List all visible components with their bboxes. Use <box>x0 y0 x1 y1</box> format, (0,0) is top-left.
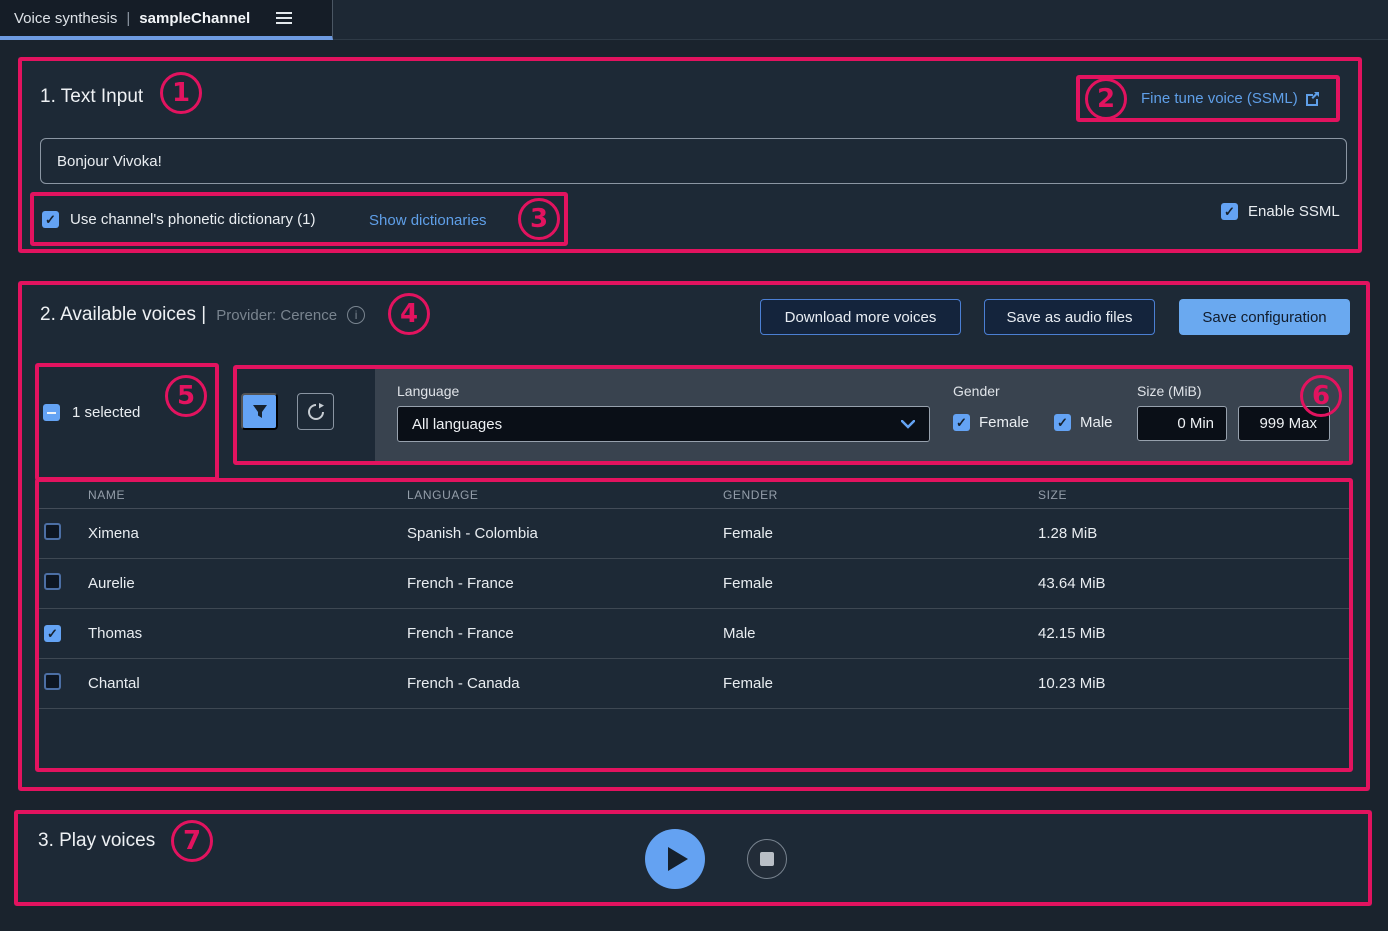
voices-table-header: NAME LANGUAGE GENDER SIZE <box>39 482 1349 509</box>
filter-funnel-icon <box>252 404 268 420</box>
male-label: Male <box>1080 414 1113 431</box>
info-icon[interactable]: i <box>347 306 365 324</box>
male-checkbox[interactable]: ✓ <box>1054 414 1071 431</box>
channel-name: sampleChannel <box>139 10 250 27</box>
download-more-voices-button[interactable]: Download more voices <box>760 299 961 335</box>
size-max-input[interactable]: 999 Max <box>1238 406 1330 441</box>
selection-status: 1 selected <box>72 404 140 421</box>
play-button[interactable] <box>645 829 705 889</box>
female-checkbox[interactable]: ✓ <box>953 414 970 431</box>
column-header-size[interactable]: SIZE <box>1038 488 1349 502</box>
voice-size: 1.28 MiB <box>1038 525 1349 542</box>
save-as-audio-files-button[interactable]: Save as audio files <box>984 299 1155 335</box>
voices-table: NAME LANGUAGE GENDER SIZE Ximena Spanish… <box>39 482 1349 709</box>
table-row-thomas[interactable]: ✓ Thomas French - France Male 42.15 MiB <box>39 609 1349 659</box>
voice-name: Aurelie <box>88 575 407 592</box>
table-row-chantal[interactable]: Chantal French - Canada Female 10.23 MiB <box>39 659 1349 709</box>
voice-size: 43.64 MiB <box>1038 575 1349 592</box>
show-dictionaries-link[interactable]: Show dictionaries <box>369 212 487 229</box>
app-title: Voice synthesis <box>14 10 117 27</box>
channel-tab[interactable]: Voice synthesis | sampleChannel <box>0 0 333 40</box>
column-header-gender[interactable]: GENDER <box>723 488 1038 502</box>
voice-name: Chantal <box>88 675 407 692</box>
fine-tune-link-label: Fine tune voice (SSML) <box>1141 90 1298 107</box>
title-separator: | <box>126 10 130 27</box>
row-checkbox[interactable]: ✓ <box>44 625 61 642</box>
voice-language: Spanish - Colombia <box>407 525 723 542</box>
stop-button[interactable] <box>747 839 787 879</box>
table-row-ximena[interactable]: Ximena Spanish - Colombia Female 1.28 Mi… <box>39 509 1349 559</box>
filter-button[interactable] <box>241 393 278 430</box>
column-header-name[interactable]: NAME <box>88 488 407 502</box>
provider-label: Provider: Cerence <box>216 307 337 324</box>
top-bar-spacer <box>333 0 1388 40</box>
section3-title: 3. Play voices <box>38 830 155 852</box>
section2-title: 2. Available voices | <box>40 304 206 326</box>
select-all-checkbox[interactable] <box>43 404 60 421</box>
chevron-down-icon <box>901 420 915 429</box>
voice-gender: Female <box>723 575 1038 592</box>
voice-gender: Female <box>723 675 1038 692</box>
phonetic-dictionary-label: Use channel's phonetic dictionary (1) <box>70 211 316 228</box>
voice-gender: Male <box>723 625 1038 642</box>
phonetic-dictionary-checkbox[interactable]: ✓ <box>42 211 59 228</box>
hamburger-menu-icon[interactable] <box>276 12 292 24</box>
enable-ssml-checkbox[interactable]: ✓ <box>1221 203 1238 220</box>
voice-language: French - France <box>407 625 723 642</box>
refresh-button[interactable] <box>297 393 334 430</box>
play-icon <box>668 847 688 871</box>
save-configuration-button[interactable]: Save configuration <box>1179 299 1350 335</box>
voice-gender: Female <box>723 525 1038 542</box>
voice-size: 42.15 MiB <box>1038 625 1349 642</box>
voice-language: French - Canada <box>407 675 723 692</box>
refresh-icon <box>307 403 325 421</box>
row-checkbox[interactable] <box>44 673 61 690</box>
top-bar: Voice synthesis | sampleChannel <box>0 0 1388 40</box>
stop-icon <box>760 852 774 866</box>
column-header-language[interactable]: LANGUAGE <box>407 488 723 502</box>
voice-language: French - France <box>407 575 723 592</box>
language-select-value: All languages <box>412 416 502 433</box>
enable-ssml-label: Enable SSML <box>1248 203 1340 220</box>
external-link-icon <box>1305 91 1320 106</box>
gender-filter-label: Gender <box>953 383 1000 399</box>
table-row-aurelie[interactable]: Aurelie French - France Female 43.64 MiB <box>39 559 1349 609</box>
voice-size: 10.23 MiB <box>1038 675 1349 692</box>
voice-name: Ximena <box>88 525 407 542</box>
row-checkbox[interactable] <box>44 523 61 540</box>
fine-tune-link[interactable]: Fine tune voice (SSML) <box>1141 90 1320 107</box>
section1-title: 1. Text Input <box>40 86 143 108</box>
language-filter-label: Language <box>397 383 459 399</box>
row-checkbox[interactable] <box>44 573 61 590</box>
size-filter-label: Size (MiB) <box>1137 383 1202 399</box>
speech-text-input[interactable] <box>40 138 1347 184</box>
size-min-input[interactable]: 0 Min <box>1137 406 1227 441</box>
voice-name: Thomas <box>88 625 407 642</box>
language-select[interactable]: All languages <box>397 406 930 442</box>
female-label: Female <box>979 414 1029 431</box>
